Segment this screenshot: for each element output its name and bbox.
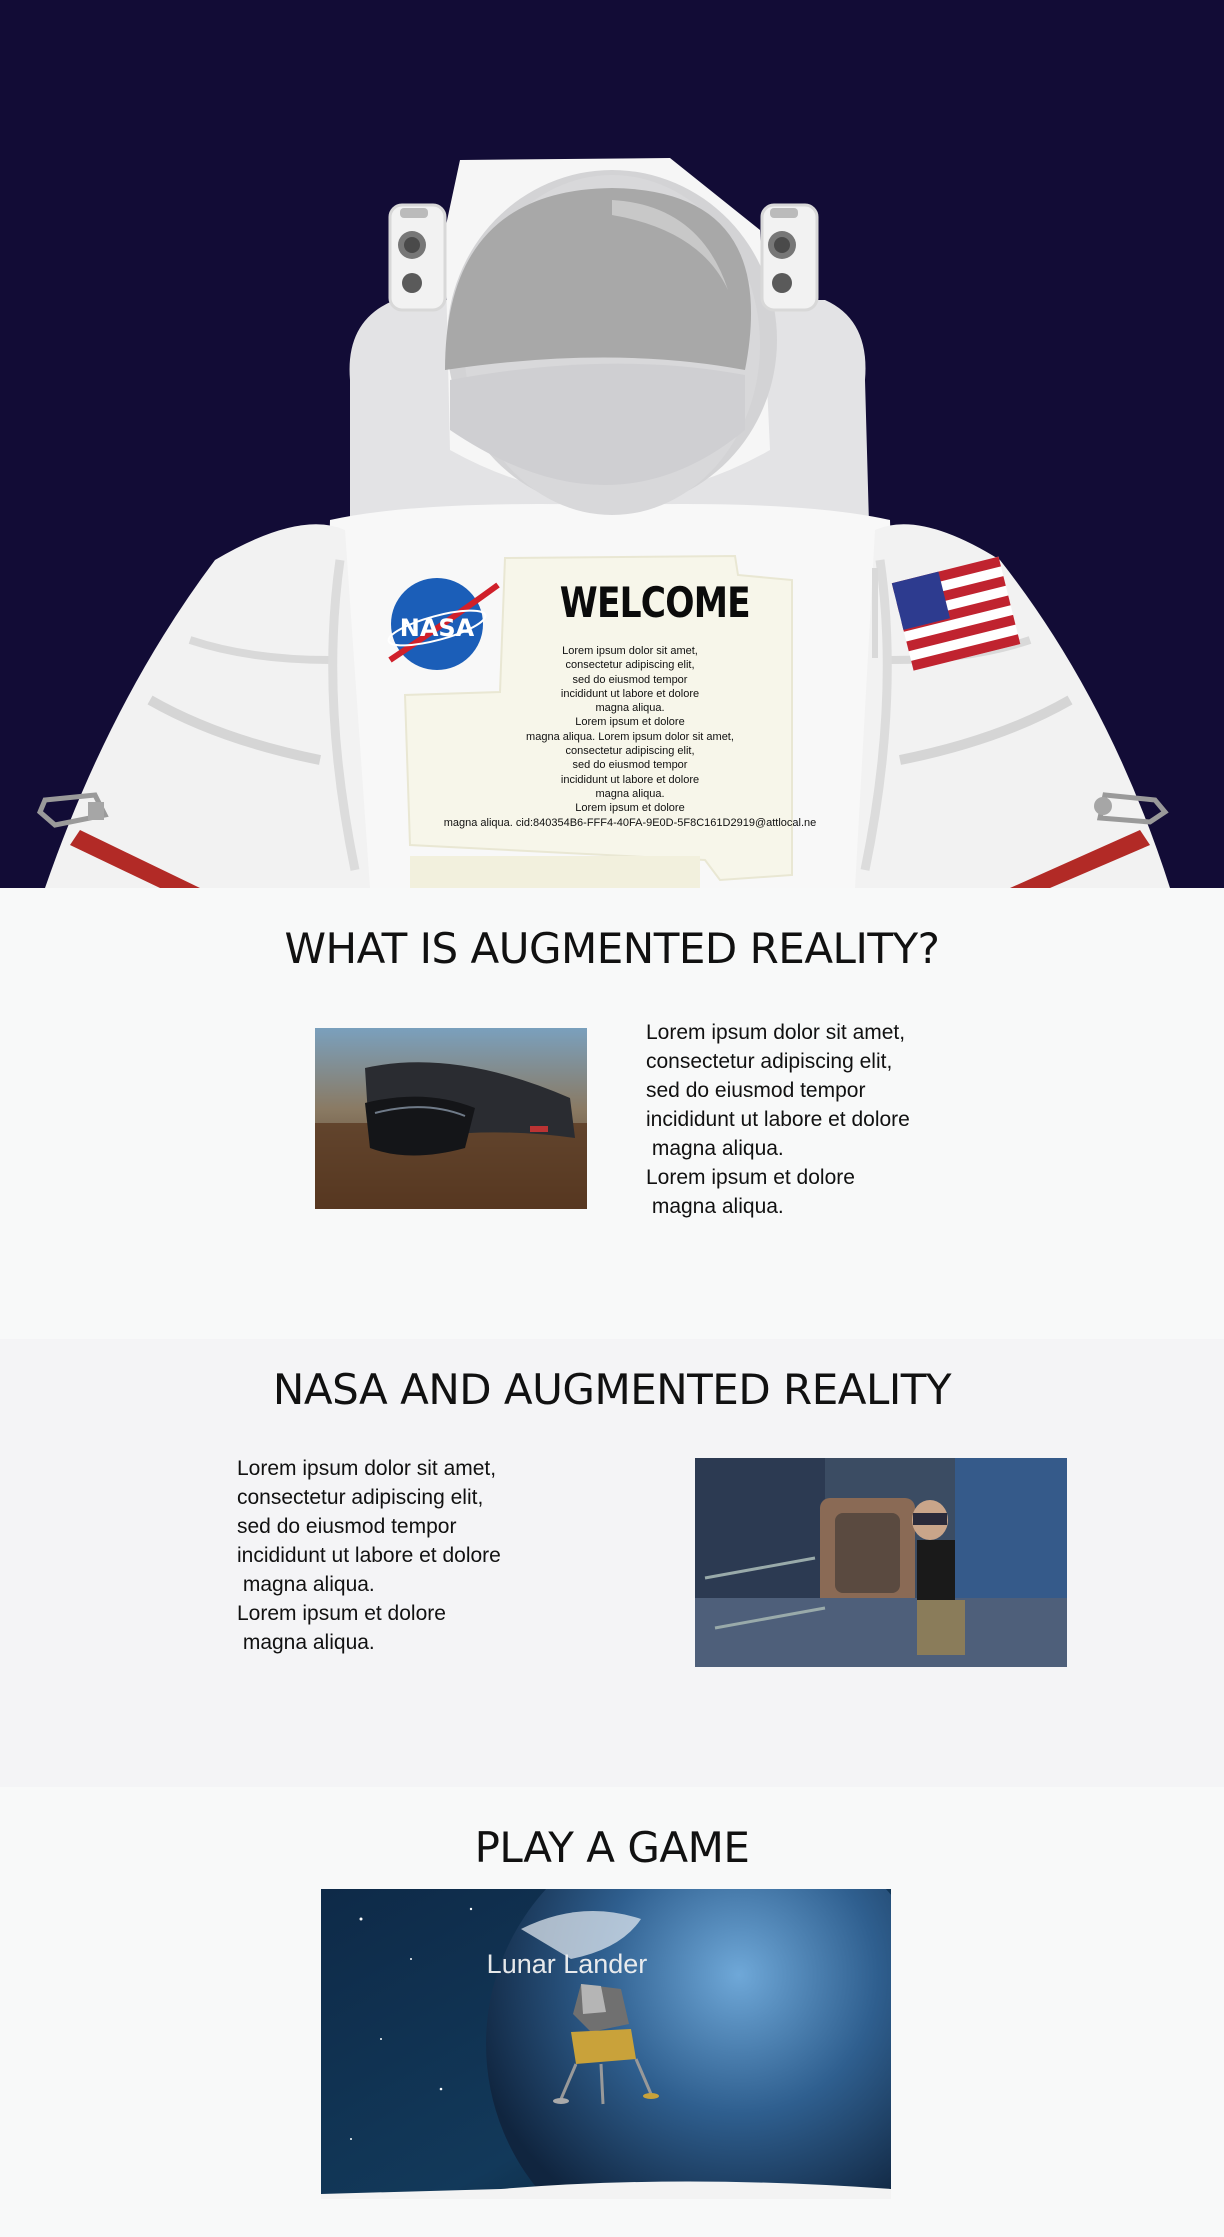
section-title: WHAT IS AUGMENTED REALITY? <box>284 924 940 973</box>
welcome-text-line: Lorem ipsum et dolore <box>575 716 685 729</box>
paragraph-line: incididunt ut labore et dolore <box>646 1108 910 1131</box>
paragraph-line: Lorem ipsum dolor sit amet, <box>237 1457 497 1480</box>
paragraph-line: consectetur adipiscing elit, <box>237 1486 484 1509</box>
hololens-image <box>315 1028 587 1209</box>
welcome-text-line: incididunt ut labore et dolore <box>560 687 700 700</box>
paragraph-line: Lorem ipsum dolor sit amet, <box>646 1021 906 1044</box>
iss-astronaut-image <box>695 1458 1067 1667</box>
hero-banner: NASA WELCOME Lorem ipsum dolor sit amet,… <box>0 0 1224 888</box>
welcome-text: Lorem ipsum dolor sit amet, consectetur a… <box>400 644 860 830</box>
section-nasa-ar: NASA AND AUGMENTED REALITY Lorem ipsum d… <box>0 1339 1224 1787</box>
paragraph-line: Lorem ipsum et dolore <box>646 1166 855 1189</box>
welcome-text-line: consectetur adipiscing elit, <box>565 659 695 672</box>
welcome-text-line: magna aliqua. <box>595 702 665 715</box>
paragraph-line: sed do eiusmod tempor <box>237 1515 457 1538</box>
lunar-lander-game[interactable]: Lunar Lander <box>321 1889 891 2199</box>
welcome-text-line: magna aliqua. Lorem ipsum dolor sit amet… <box>526 730 734 743</box>
paragraph-line: Lorem ipsum et dolore <box>237 1602 446 1625</box>
welcome-text-line: sed do eiusmod tempor <box>572 759 688 772</box>
welcome-text-line: Lorem ipsum et dolore <box>575 802 685 815</box>
ar-description: Lorem ipsum dolor sit amet, consectetur a… <box>646 1018 910 1221</box>
section-what-is-ar: WHAT IS AUGMENTED REALITY? Lorem ipsum d… <box>0 888 1224 1339</box>
section-title: PLAY A GAME <box>474 1823 750 1872</box>
nasa-logo-text: NASA <box>400 614 475 642</box>
welcome-text-line: incididunt ut labore et dolore <box>560 773 700 786</box>
paragraph-line: sed do eiusmod tempor <box>646 1079 866 1102</box>
welcome-text-line: sed do eiusmod tempor <box>572 673 688 686</box>
paragraph-line: incididunt ut labore et dolore <box>237 1544 501 1567</box>
paragraph-line: consectetur adipiscing elit, <box>646 1050 893 1073</box>
paragraph-line: magna aliqua. <box>646 1137 784 1160</box>
welcome-text-line: magna aliqua. cid:840354B6-FFF4-40FA-9E0… <box>443 816 817 829</box>
game-title-label: Lunar Lander <box>487 1949 648 1979</box>
nasa-ar-description: Lorem ipsum dolor sit amet, consectetur a… <box>237 1454 501 1657</box>
paragraph-line: magna aliqua. <box>237 1573 375 1596</box>
welcome-title: WELCOME <box>559 578 751 627</box>
paragraph-line: magna aliqua. <box>646 1195 784 1218</box>
welcome-text-line: magna aliqua. <box>595 787 665 800</box>
section-play-game: PLAY A GAME Lunar Lander <box>0 1787 1224 2237</box>
section-title: NASA AND AUGMENTED REALITY <box>272 1365 952 1414</box>
welcome-text-line: consectetur adipiscing elit, <box>565 745 695 758</box>
paragraph-line: magna aliqua. <box>237 1631 375 1654</box>
welcome-text-line: Lorem ipsum dolor sit amet, <box>562 645 698 657</box>
